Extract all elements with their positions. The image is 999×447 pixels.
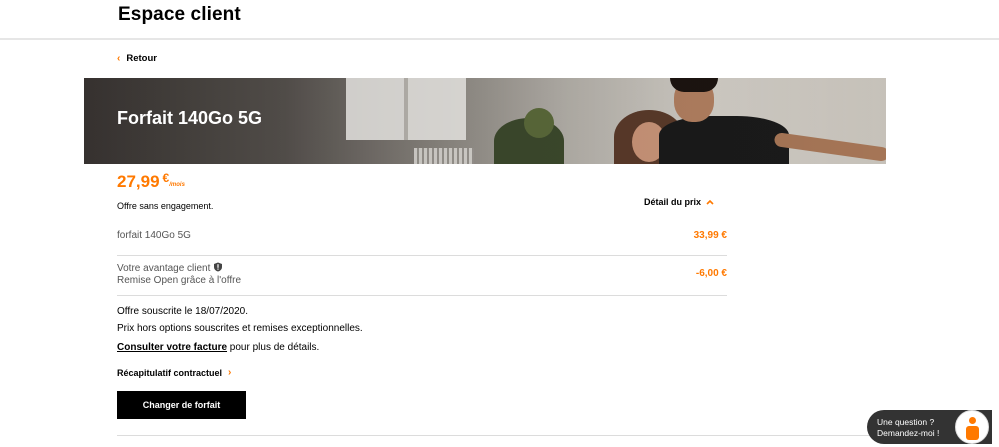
offer-price: 27,99 € /mois [117,171,185,192]
section-divider [117,435,879,436]
detail-value: -6,00 € [695,268,727,279]
back-label: Retour [126,53,157,64]
back-link[interactable]: ‹ Retour [117,53,157,64]
contract-recap-link[interactable]: Récapitulatif contractuel › [117,367,231,378]
price-exclusions-text: Prix hors options souscrites et remises … [117,323,363,334]
recap-label: Récapitulatif contractuel [117,367,223,378]
chevron-right-icon: › [228,367,232,378]
chevron-up-icon [706,199,714,205]
price-detail-label: Détail du prix [644,197,702,207]
invoice-line: Consulter votre facture pour plus de dét… [117,342,319,353]
chat-line-1: Une question ? [877,417,935,427]
detail-sublabel: Remise Open grâce à l'offre [117,275,242,286]
price-amount: 27,99 [117,172,160,191]
chat-text: Une question ? Demandez-moi ! [877,417,939,439]
detail-label: Votre avantage client [117,263,211,274]
assistant-body [966,426,979,440]
change-plan-button[interactable]: Changer de forfait [117,391,246,419]
price-detail-row: Votre avantage client Remise Open grâce … [117,256,727,296]
info-shield-icon[interactable] [213,262,223,272]
invoice-link[interactable]: Consulter votre facture [117,342,227,353]
chat-assistant-icon[interactable] [955,410,989,444]
detail-label-block: Votre avantage client Remise Open grâce … [117,262,241,287]
detail-label: forfait 140Go 5G [117,230,191,241]
page-title: Espace client [118,4,241,25]
detail-value: 33,99 € [693,230,727,241]
assistant-head [969,417,976,424]
page-header: Espace client [0,0,999,40]
price-detail-toggle[interactable]: Détail du prix [644,197,714,207]
subscription-date-text: Offre souscrite le 18/07/2020. [117,306,249,317]
chat-line-2: Demandez-moi ! [877,428,940,438]
commitment-text: Offre sans engagement. [117,201,214,211]
chevron-left-icon: ‹ [117,53,121,64]
price-detail-row: forfait 140Go 5G 33,99 € [117,225,727,256]
price-period: /mois [169,182,185,188]
invoice-suffix: pour plus de détails. [227,342,320,353]
offer-title: Forfait 140Go 5G [117,108,263,128]
offer-banner: Forfait 140Go 5G [84,78,886,164]
